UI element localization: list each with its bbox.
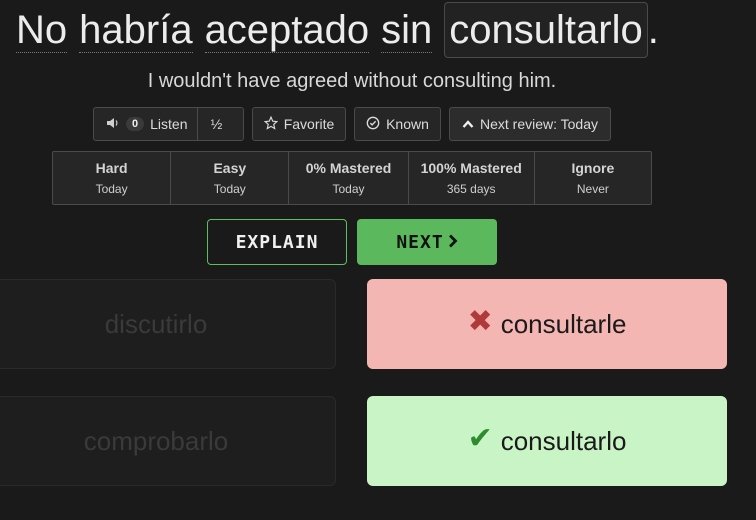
answer-blank: consultarlo [444, 2, 648, 58]
chevron-up-icon [462, 116, 474, 132]
stat-title: Ignore [571, 160, 615, 176]
sentence-word[interactable]: No [16, 8, 68, 53]
star-icon [263, 115, 278, 133]
choice-option-correct[interactable]: ✔ consultarlo [367, 396, 727, 486]
next-review-label: Next review: Today [479, 116, 598, 132]
known-button[interactable]: Known [354, 107, 441, 141]
stat-title: Hard [95, 160, 128, 176]
favorite-button[interactable]: Favorite [252, 107, 346, 141]
stat-easy[interactable]: Easy Today [171, 152, 290, 204]
next-label: NEXT [396, 231, 444, 253]
known-label: Known [386, 116, 429, 132]
stat-subtitle: Today [213, 182, 246, 196]
check-icon: ✔ [467, 421, 493, 455]
listen-label: Listen [150, 116, 188, 132]
listen-button[interactable]: 0 Listen [94, 108, 199, 140]
chevron-right-icon [448, 232, 458, 253]
choice-option-wrong[interactable]: ✖ consultarle [367, 279, 727, 369]
stat-title: 0% Mastered [305, 160, 392, 176]
choice-label: discutirlo [104, 308, 208, 339]
stat-subtitle: Today [95, 182, 128, 196]
choice-label: comprobarlo [83, 425, 229, 456]
stat-title: Easy [213, 160, 247, 176]
choice-option[interactable]: comprobarlo [0, 396, 336, 486]
choice-option[interactable]: discutirlo [0, 279, 336, 369]
choice-label: consultarlo [500, 425, 627, 456]
stat-full-mastered[interactable]: 100% Mastered 365 days [409, 152, 535, 204]
sentence-word[interactable]: aceptado [204, 8, 370, 53]
explain-button[interactable]: EXPLAIN [207, 219, 347, 265]
sentence-period: . [647, 7, 659, 52]
stat-subtitle: Today [332, 182, 365, 196]
sentence-word[interactable]: habría [79, 8, 193, 53]
choice-label: consultarle [500, 308, 627, 339]
favorite-label: Favorite [283, 116, 335, 132]
stat-subtitle: 365 days [446, 182, 496, 196]
stat-ignore[interactable]: Ignore Never [535, 152, 651, 204]
stat-subtitle: Never [576, 182, 609, 196]
english-translation: I wouldn't have agreed without consultin… [147, 70, 557, 92]
half-speed-button[interactable]: ½ [198, 116, 234, 132]
next-button[interactable]: NEXT [357, 219, 497, 265]
next-review-button[interactable]: Next review: Today [449, 107, 611, 141]
sentence-word[interactable]: sin [381, 8, 433, 53]
stat-zero-mastered[interactable]: 0% Mastered Today [289, 152, 409, 204]
listen-button-group: 0 Listen ½ [93, 107, 244, 141]
stat-title: 100% Mastered [420, 160, 522, 176]
speaker-icon [106, 116, 120, 132]
spanish-sentence: No habría aceptado sin consultarlo . [16, 2, 659, 58]
stat-hard[interactable]: Hard Today [53, 152, 172, 204]
check-circle-icon [366, 116, 380, 133]
x-mark-icon: ✖ [467, 304, 493, 338]
review-options: Hard Today Easy Today 0% Mastered Today … [52, 151, 652, 205]
listen-count-badge: 0 [126, 117, 145, 131]
explain-label: EXPLAIN [235, 231, 319, 253]
